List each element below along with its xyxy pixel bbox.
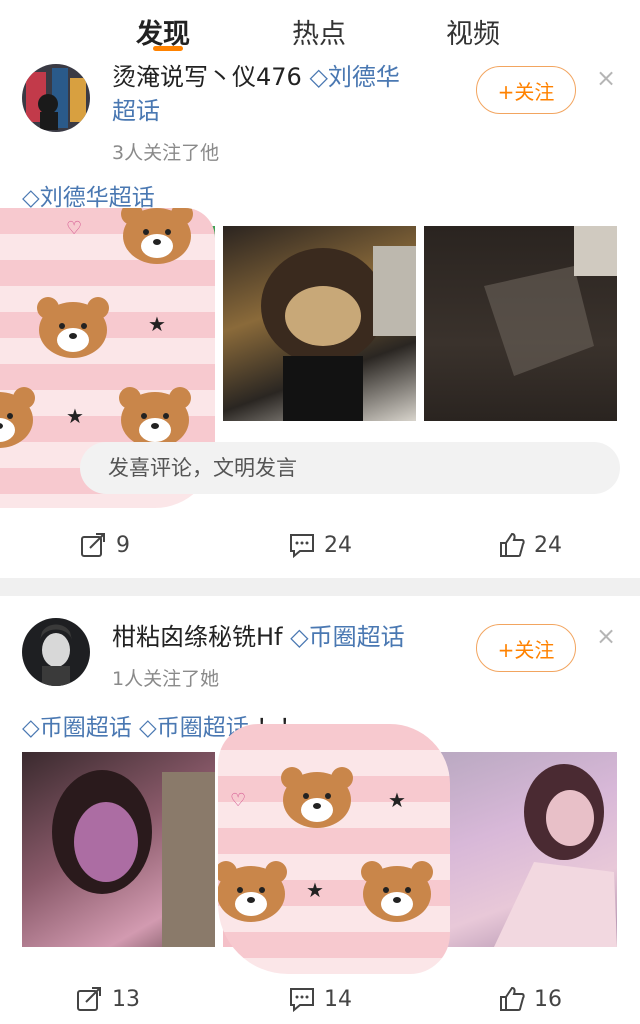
post-author[interactable]: 柑粘囟绦秘铣Hf ◇币圈超话 bbox=[112, 620, 472, 654]
username[interactable]: 烫淹说写丶仪476 bbox=[112, 63, 302, 91]
repost-icon bbox=[77, 987, 101, 1011]
repost-count: 9 bbox=[116, 532, 130, 558]
bear-sticker-icon bbox=[37, 297, 109, 358]
heart-icon: ♡ bbox=[230, 790, 247, 811]
comment-icon bbox=[290, 534, 314, 558]
like-button[interactable]: 24 bbox=[498, 532, 562, 558]
like-count: 24 bbox=[534, 532, 562, 558]
tab-video[interactable]: 视频 bbox=[446, 12, 500, 51]
star-icon: ★ bbox=[148, 312, 166, 336]
like-count: 16 bbox=[534, 986, 562, 1012]
comment-count: 14 bbox=[324, 986, 352, 1012]
comment-button[interactable]: 24 bbox=[288, 532, 352, 558]
repost-button[interactable]: 9 bbox=[80, 532, 130, 558]
post-image[interactable] bbox=[424, 752, 617, 947]
follow-count: 1人关注了她 bbox=[112, 668, 220, 690]
post-image[interactable] bbox=[22, 752, 215, 947]
topic-tag[interactable]: ◇刘德华超话 bbox=[22, 178, 155, 212]
follow-button[interactable]: +关注 bbox=[476, 624, 576, 672]
inline-topic[interactable]: 币圈超话 bbox=[309, 623, 405, 651]
diamond-icon: ◇ bbox=[22, 715, 40, 741]
active-tab-indicator bbox=[153, 46, 183, 51]
follow-count: 3人关注了他 bbox=[112, 142, 220, 164]
repost-button[interactable]: 13 bbox=[76, 986, 140, 1012]
like-icon bbox=[500, 986, 525, 1011]
sticker-overlay: ★ ★ ♡ bbox=[218, 724, 450, 974]
heart-icon: ♡ bbox=[66, 218, 83, 239]
inline-topic[interactable]: 刘德华 bbox=[328, 63, 400, 91]
tab-hot[interactable]: 热点 bbox=[292, 12, 346, 51]
top-tabs: 发现 热点 视频 bbox=[0, 0, 640, 58]
topic-tag[interactable]: 币圈超话 bbox=[40, 715, 132, 741]
avatar[interactable] bbox=[22, 64, 90, 132]
close-icon[interactable]: × bbox=[596, 622, 616, 650]
avatar[interactable] bbox=[22, 618, 90, 686]
comment-button[interactable]: 14 bbox=[288, 986, 352, 1012]
bear-sticker-icon bbox=[281, 767, 353, 828]
bear-sticker-icon bbox=[0, 387, 35, 448]
diamond-icon: ◇ bbox=[290, 623, 309, 651]
feed-divider bbox=[0, 578, 640, 596]
bear-sticker-icon bbox=[218, 861, 287, 922]
star-icon: ★ bbox=[66, 404, 84, 428]
star-icon: ★ bbox=[306, 878, 324, 902]
diamond-icon: ◇ bbox=[139, 715, 157, 741]
like-button[interactable]: 16 bbox=[498, 986, 562, 1012]
bear-sticker-icon bbox=[121, 208, 193, 264]
inline-topic-suffix[interactable]: 超话 bbox=[112, 97, 160, 125]
close-icon[interactable]: × bbox=[596, 64, 616, 92]
comment-input[interactable]: 发喜评论，文明发言 bbox=[80, 442, 620, 494]
bear-sticker-icon bbox=[119, 387, 191, 448]
bear-sticker-icon bbox=[361, 861, 433, 922]
post-image[interactable] bbox=[223, 226, 416, 421]
post-image[interactable] bbox=[424, 226, 617, 421]
comment-icon bbox=[290, 988, 314, 1012]
feed-post: 烫淹说写丶仪476 ◇刘德华 超话 3人关注了他 +关注 × ◇刘德华超话 ★ … bbox=[0, 58, 640, 576]
like-icon bbox=[500, 532, 525, 557]
username[interactable]: 柑粘囟绦秘铣Hf bbox=[112, 623, 283, 651]
follow-button[interactable]: +关注 bbox=[476, 66, 576, 114]
repost-icon bbox=[81, 533, 105, 557]
post-author[interactable]: 烫淹说写丶仪476 ◇刘德华 超话 bbox=[112, 60, 472, 128]
repost-count: 13 bbox=[112, 986, 140, 1012]
diamond-icon: ◇ bbox=[309, 63, 328, 91]
comment-count: 24 bbox=[324, 532, 352, 558]
star-icon: ★ bbox=[388, 788, 406, 812]
feed-post: 柑粘囟绦秘铣Hf ◇币圈超话 1人关注了她 +关注 × ◇币圈超话 ◇币圈超话 … bbox=[0, 596, 640, 1024]
